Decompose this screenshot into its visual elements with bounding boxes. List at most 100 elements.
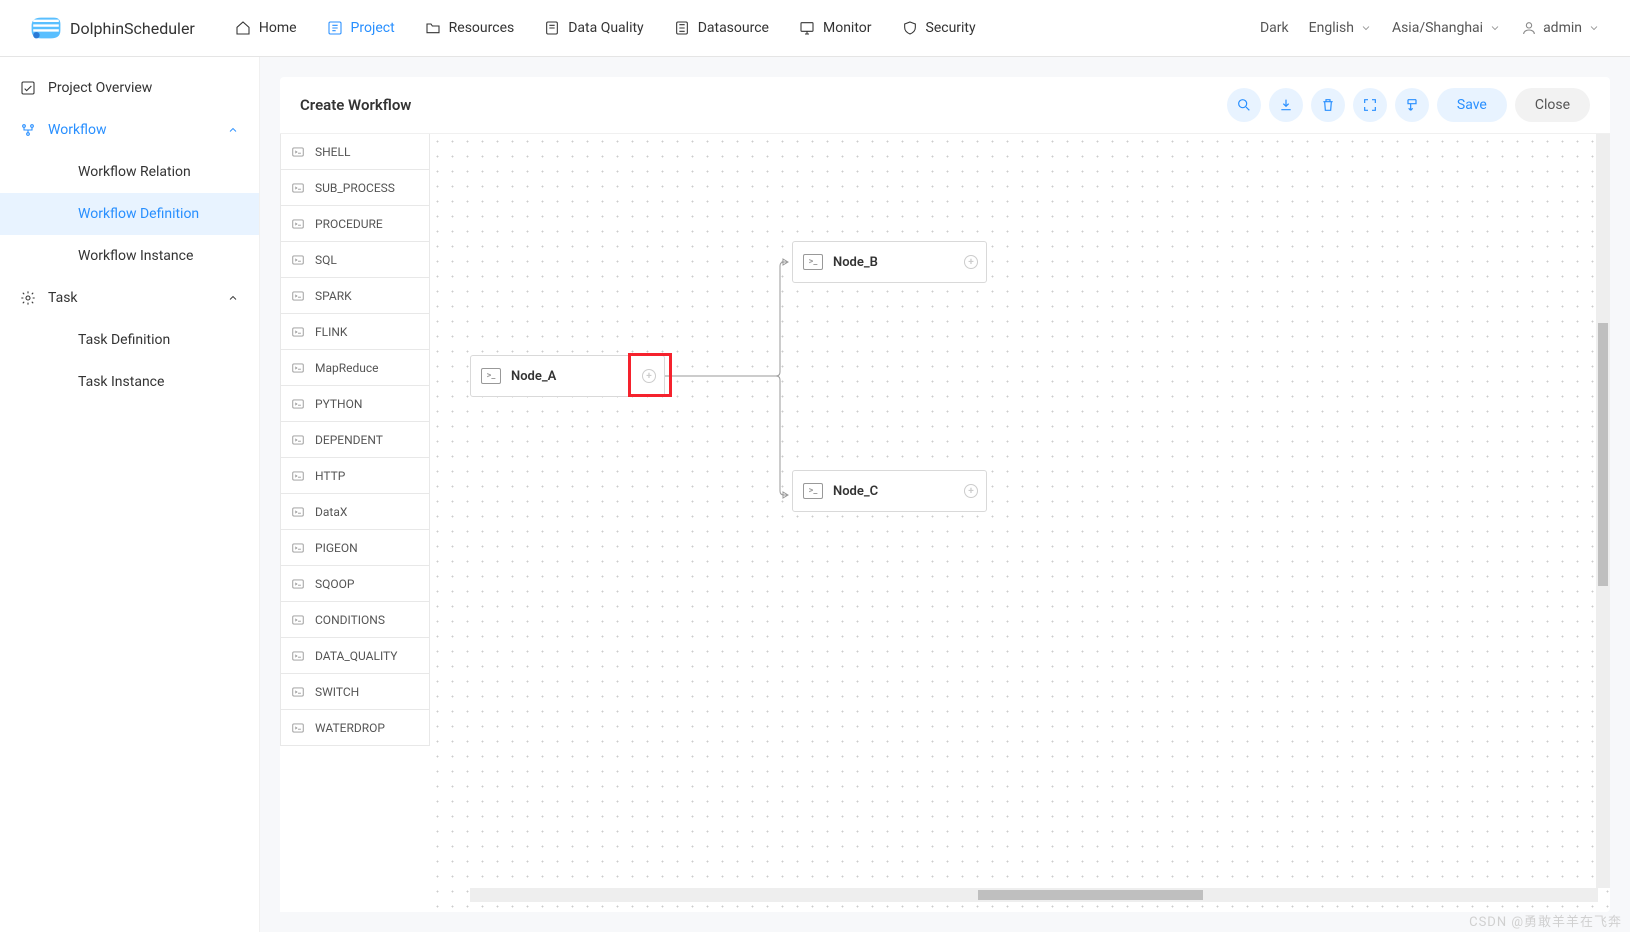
canvas-hscroll[interactable] bbox=[470, 888, 1598, 902]
language-select[interactable]: English bbox=[1309, 20, 1372, 36]
nav-project[interactable]: Project bbox=[327, 0, 395, 57]
task-icon bbox=[291, 721, 305, 735]
sidebar-item-label: Workflow Instance bbox=[78, 248, 193, 264]
task-type-label: CONDITIONS bbox=[315, 613, 385, 627]
task-type-item[interactable]: CONDITIONS bbox=[280, 601, 430, 638]
download-button[interactable] bbox=[1269, 88, 1303, 122]
theme-toggle[interactable]: Dark bbox=[1260, 20, 1289, 36]
chevron-up-icon bbox=[227, 292, 239, 304]
task-type-label: FLINK bbox=[315, 325, 347, 339]
task-type-label: WATERDROP bbox=[315, 721, 385, 735]
close-button[interactable]: Close bbox=[1515, 88, 1590, 122]
node-label: Node_A bbox=[511, 369, 556, 384]
project-icon bbox=[327, 20, 343, 36]
node-output-port[interactable]: + bbox=[964, 484, 978, 498]
canvas-vscroll[interactable] bbox=[1596, 134, 1610, 888]
sidebar-item-label: Task Instance bbox=[78, 374, 164, 390]
task-type-item[interactable]: SUB_PROCESS bbox=[280, 169, 430, 206]
download-icon bbox=[1278, 97, 1294, 113]
task-type-label: SWITCH bbox=[315, 685, 359, 699]
task-type-item[interactable]: SQL bbox=[280, 241, 430, 278]
sidebar-workflow[interactable]: Workflow bbox=[0, 109, 259, 151]
task-type-item[interactable]: DATA_QUALITY bbox=[280, 637, 430, 674]
panel-header: Create Workflow Save Close bbox=[280, 77, 1610, 133]
user-menu[interactable]: admin bbox=[1521, 20, 1600, 36]
sidebar-item-label: Task bbox=[48, 290, 78, 306]
task-type-list[interactable]: SHELL SUB_PROCESS PROCEDURESQLSPARK FLINK Ma… bbox=[280, 134, 430, 912]
sidebar-task[interactable]: Task bbox=[0, 277, 259, 319]
task-type-item[interactable]: WATERDROP bbox=[280, 709, 430, 746]
nav-dataquality[interactable]: Data Quality bbox=[544, 0, 643, 57]
task-type-item[interactable]: HTTP bbox=[280, 457, 430, 494]
node-output-port[interactable]: + bbox=[642, 369, 656, 383]
task-type-item[interactable]: SQOOP bbox=[280, 565, 430, 602]
terminal-icon: >_ bbox=[803, 483, 823, 499]
workflow-node-a[interactable]: >_ Node_A + bbox=[470, 355, 665, 397]
nav-security-label: Security bbox=[926, 20, 976, 36]
sidebar-project-overview[interactable]: Project Overview bbox=[0, 67, 259, 109]
terminal-icon: >_ bbox=[481, 368, 501, 384]
scroll-thumb[interactable] bbox=[1598, 323, 1608, 587]
task-icon bbox=[291, 253, 305, 267]
nav-datasource[interactable]: Datasource bbox=[674, 0, 769, 57]
nav-project-label: Project bbox=[351, 20, 395, 36]
node-output-port[interactable]: + bbox=[964, 255, 978, 269]
sidebar-workflow-relation[interactable]: Workflow Relation bbox=[0, 151, 259, 193]
task-type-item[interactable]: MapReduce bbox=[280, 349, 430, 386]
sidebar-workflow-instance[interactable]: Workflow Instance bbox=[0, 235, 259, 277]
task-type-label: SQOOP bbox=[315, 577, 354, 591]
task-icon bbox=[291, 613, 305, 627]
task-type-item[interactable]: PYTHON bbox=[280, 385, 430, 422]
nav-resources[interactable]: Resources bbox=[425, 0, 515, 57]
main-content: Create Workflow Save Close SHELL SUB_PROC… bbox=[260, 57, 1630, 932]
sidebar-task-instance[interactable]: Task Instance bbox=[0, 361, 259, 403]
topbar: DolphinScheduler Home Project Resources … bbox=[0, 0, 1630, 57]
datasource-icon bbox=[674, 20, 690, 36]
nav-home[interactable]: Home bbox=[235, 0, 297, 57]
task-type-item[interactable]: PIGEON bbox=[280, 529, 430, 566]
chevron-down-icon bbox=[1360, 22, 1372, 34]
sidebar-item-label: Workflow bbox=[48, 122, 107, 138]
theme-label: Dark bbox=[1260, 20, 1289, 36]
workflow-node-c[interactable]: >_ Node_C + bbox=[792, 470, 987, 512]
edges bbox=[430, 134, 1610, 912]
task-type-item[interactable]: SWITCH bbox=[280, 673, 430, 710]
scroll-thumb[interactable] bbox=[978, 890, 1204, 900]
workflow-node-b[interactable]: >_ Node_B + bbox=[792, 241, 987, 283]
fullscreen-button[interactable] bbox=[1353, 88, 1387, 122]
timezone-select[interactable]: Asia/Shanghai bbox=[1392, 20, 1501, 36]
task-type-item[interactable]: SHELL bbox=[280, 134, 430, 170]
canvas-inner[interactable]: >_ Node_A + >_ Node_B + >_ Node_C bbox=[430, 134, 1610, 912]
sidebar-item-label: Workflow Relation bbox=[78, 164, 191, 180]
task-type-item[interactable]: DataX bbox=[280, 493, 430, 530]
topbar-right: Dark English Asia/Shanghai admin bbox=[1260, 20, 1600, 36]
nav-security[interactable]: Security bbox=[902, 0, 976, 57]
format-button[interactable] bbox=[1395, 88, 1429, 122]
nav-monitor[interactable]: Monitor bbox=[799, 0, 872, 57]
search-button[interactable] bbox=[1227, 88, 1261, 122]
nav-home-label: Home bbox=[259, 20, 297, 36]
overview-icon bbox=[20, 80, 36, 96]
save-button[interactable]: Save bbox=[1437, 88, 1507, 122]
workflow-canvas[interactable]: >_ Node_A + >_ Node_B + >_ Node_C bbox=[430, 134, 1610, 912]
task-type-label: SUB_PROCESS bbox=[315, 181, 395, 195]
task-icon bbox=[291, 361, 305, 375]
task-type-item[interactable]: PROCEDURE bbox=[280, 205, 430, 242]
delete-button[interactable] bbox=[1311, 88, 1345, 122]
task-type-label: PYTHON bbox=[315, 397, 362, 411]
chevron-down-icon bbox=[1588, 22, 1600, 34]
nav-datasource-label: Datasource bbox=[698, 20, 769, 36]
task-type-label: DataX bbox=[315, 505, 347, 519]
search-icon bbox=[1236, 97, 1252, 113]
task-icon bbox=[291, 469, 305, 483]
task-type-label: DEPENDENT bbox=[315, 433, 383, 447]
task-type-item[interactable]: SPARK bbox=[280, 277, 430, 314]
sidebar-workflow-definition[interactable]: Workflow Definition bbox=[0, 193, 259, 235]
sidebar-task-definition[interactable]: Task Definition bbox=[0, 319, 259, 361]
panel-toolbar: Save Close bbox=[1227, 88, 1590, 122]
task-icon bbox=[291, 145, 305, 159]
task-type-item[interactable]: FLINK bbox=[280, 313, 430, 350]
task-type-item[interactable]: DEPENDENT bbox=[280, 421, 430, 458]
brand-text: DolphinScheduler bbox=[70, 19, 195, 38]
logo: DolphinScheduler bbox=[30, 14, 195, 42]
